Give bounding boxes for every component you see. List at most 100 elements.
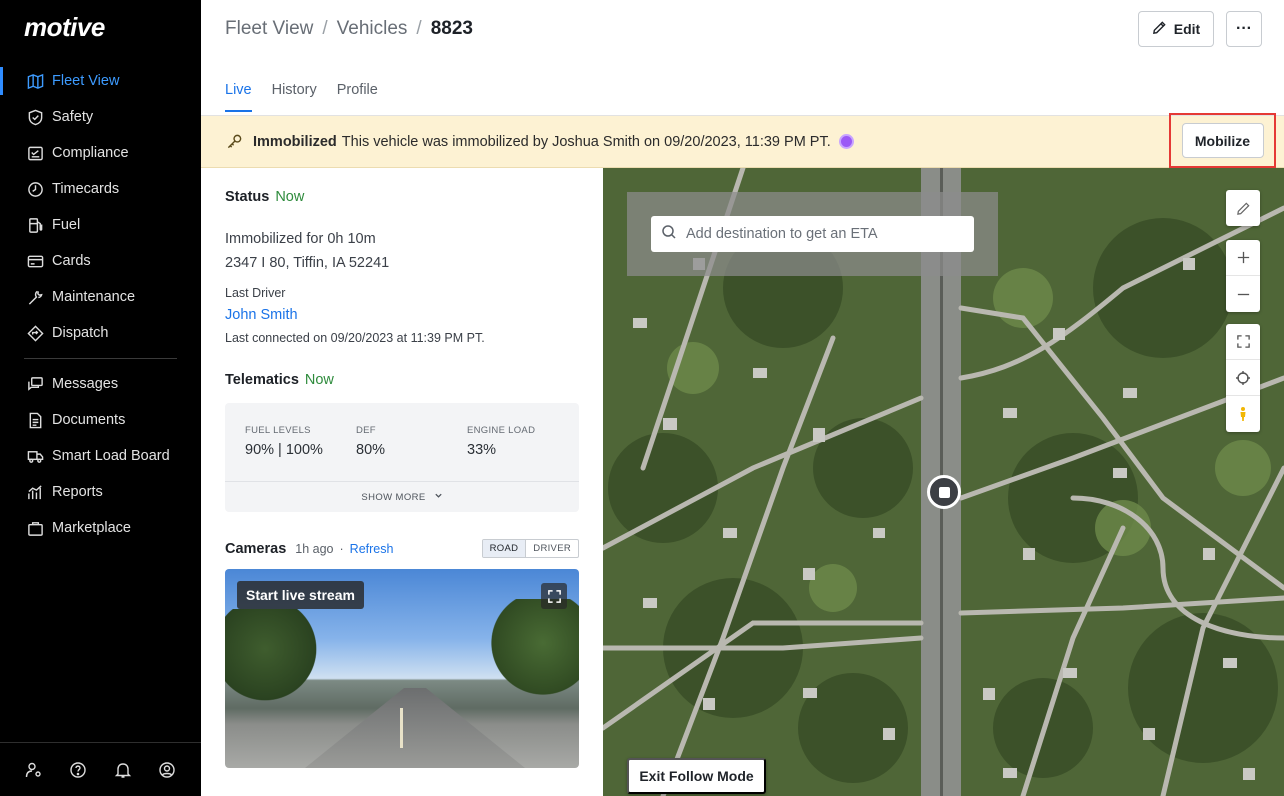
sidebar-item-smart-load-board[interactable]: Smart Load Board [0,438,201,474]
metric-def: DEF 80% [356,425,385,458]
bell-icon[interactable] [113,760,133,780]
breadcrumb-vehicles[interactable]: Vehicles [337,18,408,40]
metric-value: 33% [467,442,497,458]
breadcrumb: Fleet View / Vehicles / 8823 [225,18,473,40]
breadcrumb-vehicle-id: 8823 [430,18,473,39]
zoom-in-icon[interactable] [1226,240,1260,276]
dispatch-icon [25,323,45,343]
sidebar-item-documents[interactable]: Documents [0,402,201,438]
status-section-title: Status Now [225,189,304,205]
sidebar-item-label: Maintenance [52,289,136,305]
sidebar-nav: Fleet View Safety Compliance Timecards F… [0,63,201,546]
camera-feed[interactable]: Start live stream [225,569,579,768]
tab-profile[interactable]: Profile [337,82,378,112]
show-more-label: SHOW MORE [361,491,426,503]
more-options-button[interactable]: ··· [1226,11,1262,47]
locate-icon[interactable] [1226,360,1260,396]
camera-image-detail [489,599,579,709]
sidebar-item-cards[interactable]: Cards [0,243,201,279]
help-icon[interactable] [68,760,88,780]
status-details: Immobilized for 0h 10m 2347 I 80, Tiffin… [225,227,389,275]
page-header: Fleet View / Vehicles / 8823 Edit ··· Li… [201,0,1284,116]
fullscreen-icon[interactable] [1226,324,1260,360]
telematics-card: FUEL LEVELS 90% | 100% DEF 80% ENGINE LO… [225,403,579,512]
show-more-button[interactable]: SHOW MORE [225,481,579,512]
telematics-section-title: Telematics Now [225,372,334,388]
camera-image-detail [400,708,403,748]
status-title: Status [225,189,270,205]
edit-button-label: Edit [1173,21,1201,37]
tab-bar: Live History Profile [225,82,378,112]
sidebar-item-label: Cards [52,253,91,269]
street-view-icon[interactable] [1226,396,1260,432]
sidebar-item-reports[interactable]: Reports [0,474,201,510]
account-icon[interactable] [157,760,177,780]
destination-search-input[interactable]: Add destination to get an ETA [651,216,974,252]
wrench-icon [25,287,45,307]
more-horizontal-icon: ··· [1236,20,1252,37]
sidebar-item-timecards[interactable]: Timecards [0,171,201,207]
map-icon [25,71,45,91]
breadcrumb-fleet-view[interactable]: Fleet View [225,18,313,40]
cameras-title: Cameras [225,540,287,557]
sidebar-item-dispatch[interactable]: Dispatch [0,315,201,351]
search-overlay: Add destination to get an ETA [627,192,998,276]
metric-value: 80% [356,442,386,458]
sidebar-item-messages[interactable]: Messages [0,366,201,402]
motive-logo[interactable]: motive [24,12,105,43]
clock-icon [25,179,45,199]
sidebar-item-compliance[interactable]: Compliance [0,135,201,171]
exit-follow-mode-button[interactable]: Exit Follow Mode [627,758,766,794]
user-settings-icon[interactable] [24,760,44,780]
mobilize-button[interactable]: Mobilize [1181,123,1264,158]
sidebar-item-safety[interactable]: Safety [0,99,201,135]
pencil-icon[interactable] [1226,190,1260,226]
metric-engine-load: ENGINE LOAD 33% [467,425,535,458]
map-zoom-control [1226,240,1260,312]
metric-label: FUEL LEVELS [245,425,311,436]
map-view[interactable]: Add destination to get an ETA Exit Follo… [603,168,1284,796]
sidebar-item-label: Fleet View [52,73,120,89]
sidebar-item-marketplace[interactable]: Marketplace [0,510,201,546]
tab-live[interactable]: Live [225,82,252,112]
sidebar-item-fuel[interactable]: Fuel [0,207,201,243]
driver-name-link[interactable]: John Smith [225,307,298,323]
sidebar-footer [0,742,201,796]
map-view-control [1226,324,1260,432]
sidebar-item-label: Safety [52,109,94,125]
fuel-pump-icon [25,215,45,235]
zoom-out-icon[interactable] [1226,276,1260,312]
last-connected-text: Last connected on 09/20/2023 at 11:39 PM… [225,331,485,345]
start-live-stream-button[interactable]: Start live stream [237,581,364,609]
sidebar-item-label: Timecards [52,181,120,197]
last-driver-label: Last Driver [225,286,286,300]
sidebar-item-label: Smart Load Board [52,448,170,464]
road-view-button[interactable]: ROAD [482,540,527,557]
map-draw-control [1226,190,1260,226]
card-icon [25,251,45,271]
metric-value: 90% | 100% [245,442,323,458]
fullscreen-icon[interactable] [541,583,567,609]
stop-icon [938,486,950,498]
banner-message: This vehicle was immobilized by Joshua S… [341,133,831,150]
search-placeholder: Add destination to get an ETA [686,226,878,242]
sidebar-item-fleet-view[interactable]: Fleet View [0,63,201,99]
shield-icon [25,107,45,127]
breadcrumb-separator: / [416,18,422,39]
refresh-link[interactable]: Refresh [350,542,394,556]
edit-button[interactable]: Edit [1138,11,1214,47]
camera-age: 1h ago [295,541,334,556]
breadcrumb-separator: / [322,18,328,39]
vehicle-location-marker[interactable] [927,475,961,509]
metric-label: ENGINE LOAD [467,425,536,436]
status-dot-icon [838,134,854,149]
immobilized-duration: Immobilized for 0h 10m [225,231,376,247]
vehicle-address: 2347 I 80, Tiffin, IA 52241 [225,255,390,271]
immobilized-banner: Immobilized This vehicle was immobilized… [201,113,1284,168]
driver-view-button[interactable]: DRIVER [526,540,578,557]
separator-dot: · [339,541,344,556]
sidebar-item-label: Documents [52,412,126,428]
sidebar-item-maintenance[interactable]: Maintenance [0,279,201,315]
tab-history[interactable]: History [272,82,317,112]
document-icon [25,410,45,430]
